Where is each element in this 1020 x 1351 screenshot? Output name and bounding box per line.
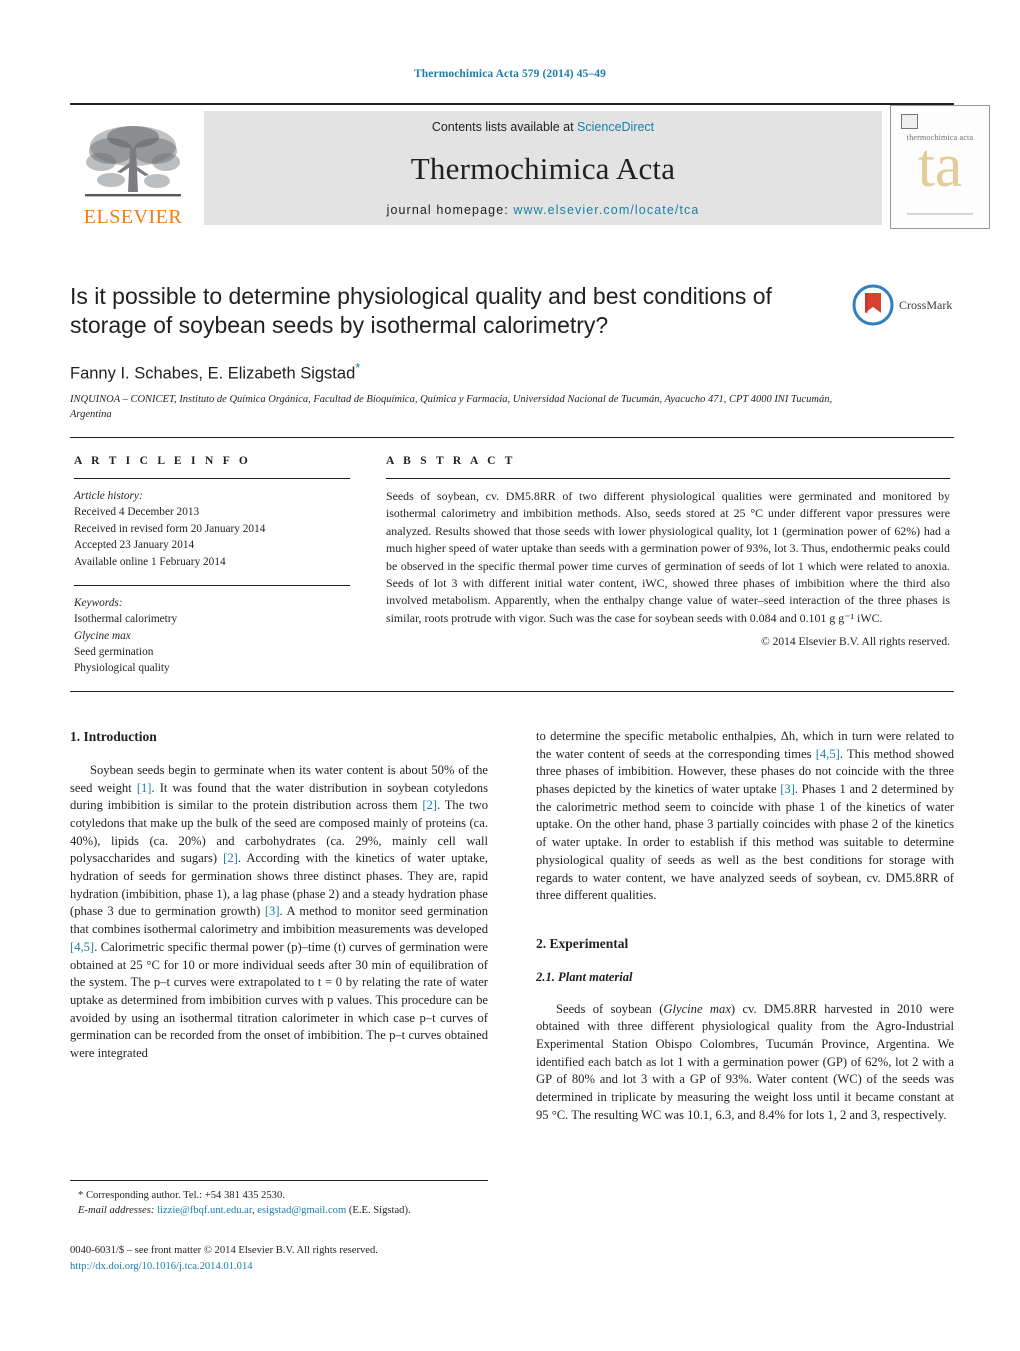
introduction-heading: 1. Introduction <box>70 729 157 744</box>
author-names: Fanny I. Schabes, E. Elizabeth Sigstad <box>70 364 356 383</box>
keyword-2: Seed germination <box>74 646 154 658</box>
keywords-label: Keywords: <box>74 596 123 609</box>
cover-journal-title: thermochimica acta <box>906 133 974 142</box>
species-name: Glycine max <box>663 1001 731 1016</box>
abstract-copyright: © 2014 Elsevier B.V. All rights reserved… <box>761 636 950 648</box>
info-divider <box>74 478 350 479</box>
page-title: Is it possible to determine physiologica… <box>70 283 772 339</box>
intro-text-f: . Calorimetric specific thermal power (p… <box>70 939 488 1060</box>
citation-2b[interactable]: [2] <box>223 851 238 865</box>
citation-3b[interactable]: [3] <box>780 782 795 796</box>
cover-stamp-icon <box>901 114 918 129</box>
cover-footer-rule <box>907 213 973 215</box>
abstract-divider <box>386 478 950 479</box>
article-history: Article history: Received 4 December 201… <box>74 488 350 570</box>
article-info-column: A R T I C L E I N F O Article history: R… <box>74 455 350 677</box>
corresponding-author-footnote: * Corresponding author. Tel.: +54 381 43… <box>70 1180 488 1219</box>
email-link-2[interactable]: esigstad@gmail.com <box>257 1205 346 1216</box>
keywords-divider <box>74 584 350 586</box>
abstract-text: Seeds of soybean, cv. DM5.8RR of two dif… <box>386 489 950 625</box>
article-page: Thermochimica Acta 579 (2014) 45–49 ELSE… <box>0 0 1020 1351</box>
issn-copyright-line: 0040-6031/$ – see front matter © 2014 El… <box>70 1245 378 1256</box>
history-item-2: Accepted 23 January 2014 <box>74 539 195 552</box>
journal-title: Thermochimica Acta <box>410 150 676 186</box>
author-list: Fanny I. Schabes, E. Elizabeth Sigstad* <box>70 360 954 384</box>
email-label: E-mail addresses: <box>78 1205 155 1217</box>
journal-homepage-link[interactable]: www.elsevier.com/locate/tca <box>513 203 699 217</box>
email-owner: (E.E. Sigstad). <box>346 1205 411 1217</box>
introduction-paragraph-continued: to determine the specific metabolic enth… <box>536 728 954 905</box>
keyword-0: Isothermal calorimetry <box>74 613 178 626</box>
cover-artwork: ta thermochimica acta <box>897 111 983 223</box>
citation-4-5b[interactable]: [4,5] <box>816 747 840 761</box>
affiliation: INQUINOA – CONICET, Instituto de Química… <box>70 394 833 421</box>
elsevier-tree-icon <box>85 126 181 197</box>
corresponding-author-line: * Corresponding author. Tel.: +54 381 43… <box>70 1188 488 1203</box>
introduction-paragraph: Soybean seeds begin to germinate when it… <box>70 762 488 1063</box>
abstract-heading: A B S T R A C T <box>386 455 516 467</box>
running-head: Thermochimica Acta 579 (2014) 45–49 <box>414 68 606 80</box>
journal-cover-thumbnail: ta thermochimica acta <box>890 105 990 229</box>
keyword-3: Physiological quality <box>74 662 170 675</box>
plant-text-b: ) cv. DM5.8RR harvested in 2010 were obt… <box>536 1001 954 1122</box>
email-line: E-mail addresses: lizzie@fbqf.unt.edu.ar… <box>70 1203 488 1218</box>
abstract-column: A B S T R A C T Seeds of soybean, cv. DM… <box>386 455 950 648</box>
journal-banner: Contents lists available at ScienceDirec… <box>204 111 882 225</box>
doi-link[interactable]: http://dx.doi.org/10.1016/j.tca.2014.01.… <box>70 1259 500 1275</box>
plant-text-a: Seeds of soybean ( <box>556 1001 664 1016</box>
journal-masthead: ELSEVIER Contents lists available at Sci… <box>70 103 990 229</box>
keyword-1: Glycine max <box>74 629 131 642</box>
citation-2a[interactable]: [2] <box>422 798 437 812</box>
corresponding-author-text: Corresponding author. Tel.: +54 381 435 … <box>83 1190 285 1201</box>
intro2-text-c: . Phases 1 and 2 determined by the calor… <box>536 782 954 903</box>
title-block: Is it possible to determine physiologica… <box>70 282 954 423</box>
citation-4-5a[interactable]: [4,5] <box>70 940 94 954</box>
elsevier-wordmark: ELSEVIER <box>83 206 183 228</box>
history-item-3: Available online 1 February 2014 <box>74 555 226 568</box>
body-column-left: 1. Introduction Soybean seeds begin to g… <box>70 728 488 1063</box>
info-abstract-band: A R T I C L E I N F O Article history: R… <box>70 437 954 692</box>
body-column-right: to determine the specific metabolic enth… <box>536 728 954 1124</box>
crossmark-badge[interactable]: CrossMark <box>852 282 954 328</box>
plant-material-heading: 2.1. Plant material <box>536 969 633 984</box>
history-item-1: Received in revised form 20 January 2014 <box>74 522 266 535</box>
homepage-prefix: journal homepage: <box>386 203 514 217</box>
keywords-list: Keywords: Isothermal calorimetry Glycine… <box>74 595 350 677</box>
journal-homepage-line: journal homepage: www.elsevier.com/locat… <box>387 203 700 217</box>
article-info-heading: A R T I C L E I N F O <box>74 455 252 467</box>
citation-3a[interactable]: [3] <box>265 904 280 918</box>
sciencedirect-link[interactable]: ScienceDirect <box>577 120 654 134</box>
corresponding-author-marker: * <box>355 359 361 375</box>
experimental-heading: 2. Experimental <box>536 935 629 951</box>
crossmark-label: CrossMark <box>899 297 953 312</box>
cover-monogram: ta <box>917 132 963 200</box>
plant-material-paragraph: Seeds of soybean (Glycine max) cv. DM5.8… <box>536 1001 954 1125</box>
article-history-label: Article history: <box>74 490 143 502</box>
history-item-0: Received 4 December 2013 <box>74 506 200 519</box>
email-link-1[interactable]: lizzie@fbqf.unt.edu.ar <box>157 1205 252 1216</box>
elsevier-logo: ELSEVIER <box>70 109 196 227</box>
crossmark-icon <box>852 284 894 326</box>
imprint-block: 0040-6031/$ – see front matter © 2014 El… <box>70 1243 500 1275</box>
contents-available-line: Contents lists available at ScienceDirec… <box>432 120 654 134</box>
contents-prefix: Contents lists available at <box>431 120 578 134</box>
citation-1[interactable]: [1] <box>137 781 152 795</box>
keywords-block: Keywords: Isothermal calorimetry Glycine… <box>74 584 350 677</box>
